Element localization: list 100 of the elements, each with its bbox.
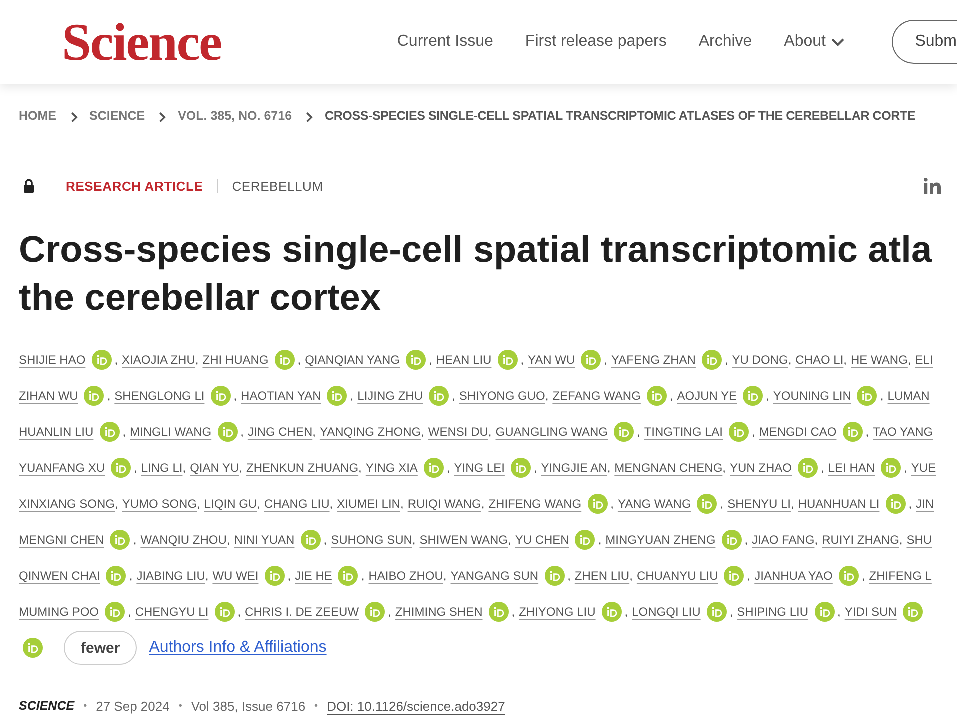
id-icon[interactable] <box>588 494 608 514</box>
id-icon[interactable] <box>842 422 863 442</box>
author-link[interactable]: SHIPING LIU <box>737 605 809 619</box>
author-link[interactable]: SHU <box>906 533 932 547</box>
id-icon[interactable] <box>814 602 835 622</box>
author-link[interactable]: LUMAN <box>888 389 930 403</box>
id-icon[interactable] <box>338 566 358 586</box>
id-icon[interactable] <box>406 350 426 370</box>
id-icon[interactable] <box>881 458 902 478</box>
id-icon[interactable] <box>111 458 132 478</box>
author-link[interactable]: YUN ZHAO <box>730 461 792 475</box>
author-link[interactable]: MUMING POO <box>19 605 99 619</box>
breadcrumb-current[interactable]: CROSS-SPECIES SINGLE-CELL SPATIAL TRANSCRIPTOMIC ATLASES OF THE CEREBELLAR CORTE <box>325 109 916 123</box>
authors-info-link[interactable]: Authors Info & Affiliations <box>149 639 327 657</box>
id-icon[interactable] <box>424 458 444 478</box>
id-icon[interactable] <box>274 350 295 370</box>
author-link[interactable]: SHENYU LI <box>728 497 791 511</box>
author-link[interactable]: WENSI DU <box>428 425 488 439</box>
in-logo-icon[interactable] <box>924 178 941 194</box>
nav-link[interactable]: Archive <box>698 33 752 51</box>
id-icon[interactable] <box>488 602 509 622</box>
author-link[interactable]: MENGNI CHEN <box>19 533 104 547</box>
author-link[interactable]: JIABING LIU <box>136 569 206 583</box>
author-link[interactable]: ELI <box>915 353 934 367</box>
author-link[interactable]: AOJUN YE <box>677 389 738 403</box>
author-link[interactable]: HAOTIAN YAN <box>241 389 322 403</box>
nav-menu[interactable]: About <box>784 33 845 51</box>
author-link[interactable]: YOUNING LIN <box>773 389 852 403</box>
author-link[interactable]: YUANFANG XU <box>19 461 106 475</box>
author-link[interactable]: YANG WANG <box>618 497 692 511</box>
author-link[interactable]: HUANLIN LIU <box>19 425 94 439</box>
author-link[interactable]: TAO YANG <box>873 425 934 439</box>
id-icon[interactable] <box>214 602 235 622</box>
author-link[interactable]: ZHEN LIU <box>574 569 630 583</box>
author-link[interactable]: JING CHEN <box>248 425 313 439</box>
author-link[interactable]: ZEFANG WANG <box>552 389 641 403</box>
author-link[interactable]: RUIQI WANG <box>408 497 482 511</box>
author-link[interactable]: LIQIN GU <box>204 497 258 511</box>
id-icon[interactable] <box>706 602 727 622</box>
id-icon[interactable] <box>264 566 285 586</box>
id-icon[interactable] <box>100 422 120 442</box>
id-icon[interactable] <box>365 602 386 622</box>
id-icon[interactable] <box>84 386 104 406</box>
author-link[interactable]: CHANG LIU <box>264 497 330 511</box>
author-link[interactable]: HEAN LIU <box>436 353 492 367</box>
id-icon[interactable] <box>724 566 744 586</box>
author-link[interactable]: YUE <box>911 461 936 475</box>
author-link[interactable]: QIAN YU <box>190 461 240 475</box>
author-link[interactable]: LING LI <box>141 461 183 475</box>
id-icon[interactable] <box>210 386 231 406</box>
id-icon[interactable] <box>510 458 531 478</box>
author-link[interactable]: YING LEI <box>454 461 505 475</box>
author-link[interactable]: ZHIFENG L <box>869 569 932 583</box>
author-link[interactable]: YU CHEN <box>515 533 570 547</box>
author-link[interactable]: ZHIYONG LIU <box>519 605 596 619</box>
author-link[interactable]: MINGYUAN ZHENG <box>606 533 716 547</box>
author-link[interactable]: YU DONG <box>732 353 788 367</box>
id-icon[interactable] <box>105 602 125 622</box>
author-link[interactable]: LEI HAN <box>828 461 876 475</box>
author-link[interactable]: YANQING ZHONG <box>320 425 422 439</box>
id-icon[interactable] <box>602 602 622 622</box>
author-link[interactable]: XIAOJIA ZHU <box>122 353 196 367</box>
author-link[interactable]: HAIBO ZHOU <box>368 569 444 583</box>
author-link[interactable]: NINI YUAN <box>234 533 295 547</box>
id-icon[interactable] <box>838 566 859 586</box>
breadcrumb-link[interactable]: HOME <box>19 109 56 123</box>
id-icon[interactable] <box>722 530 742 550</box>
journal-name[interactable]: SCIENCE <box>19 699 75 713</box>
id-icon[interactable] <box>428 386 449 406</box>
author-link[interactable]: LIJING ZHU <box>358 389 423 403</box>
id-icon[interactable] <box>110 530 130 550</box>
author-link[interactable]: MINGLI WANG <box>130 425 212 439</box>
id-icon[interactable] <box>498 350 518 370</box>
author-link[interactable]: YIDI SUN <box>844 605 897 619</box>
author-link[interactable]: QINWEN CHAI <box>19 569 100 583</box>
author-link[interactable]: SUHONG SUN <box>331 533 412 547</box>
doi-link[interactable]: DOI: 10.1126/science.ado3927 <box>327 698 506 714</box>
author-link[interactable]: WU WEI <box>212 569 259 583</box>
author-link[interactable]: ZHIMING SHEN <box>395 605 483 619</box>
author-link[interactable]: ZIHAN WU <box>19 389 78 403</box>
id-icon[interactable] <box>327 386 348 406</box>
section-label[interactable]: CEREBELLUM <box>232 178 324 194</box>
author-link[interactable]: ZHIFENG WANG <box>488 497 582 511</box>
author-link[interactable]: JIN <box>916 497 934 511</box>
id-icon[interactable] <box>218 422 238 442</box>
author-link[interactable]: JIAO FANG <box>752 533 815 547</box>
site-logo[interactable]: Science <box>62 16 222 70</box>
author-link[interactable]: JIE HE <box>295 569 332 583</box>
id-icon[interactable] <box>614 422 634 442</box>
author-link[interactable]: SHIYONG GUO <box>459 389 546 403</box>
author-link[interactable]: MENGDI CAO <box>759 425 837 439</box>
id-icon[interactable] <box>646 386 667 406</box>
id-icon[interactable] <box>902 602 923 622</box>
author-link[interactable]: YAFENG ZHAN <box>612 353 696 367</box>
breadcrumb-link[interactable]: VOL. 385, NO. 6716 <box>178 109 292 123</box>
author-link[interactable]: CHUANYU LIU <box>636 569 718 583</box>
author-link[interactable]: MENGNAN CHENG <box>614 461 723 475</box>
breadcrumb-link[interactable]: SCIENCE <box>90 109 146 123</box>
id-icon[interactable] <box>886 494 906 514</box>
id-icon[interactable] <box>581 350 602 370</box>
